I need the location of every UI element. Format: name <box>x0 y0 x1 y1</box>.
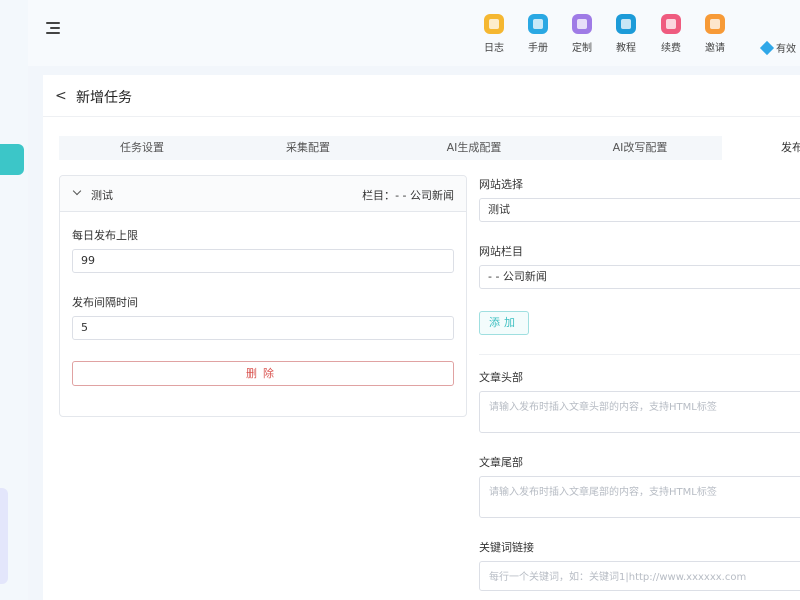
article-header-textarea[interactable]: 请输入发布时插入文章头部的内容，支持HTML标签 <box>479 391 800 433</box>
sidebar-active-item[interactable] <box>0 144 24 175</box>
tab-ai-rewrite-config[interactable]: AI改写配置 <box>557 136 723 160</box>
tool-invite[interactable]: 邀请 <box>695 14 735 54</box>
daily-limit-label: 每日发布上限 <box>72 229 138 242</box>
manual-icon <box>528 14 548 34</box>
site-column-label: 网站栏目 <box>479 245 523 258</box>
interval-input[interactable]: 5 <box>72 316 454 340</box>
divider <box>479 354 800 355</box>
validity-label: 有效 <box>776 44 796 55</box>
chevron-down-icon[interactable] <box>72 186 82 196</box>
task-column-label: 栏目： <box>362 189 396 202</box>
tab-task-settings[interactable]: 任务设置 <box>59 136 225 160</box>
article-header-label: 文章头部 <box>479 371 523 384</box>
page-title: 新增任务 <box>76 90 132 106</box>
interval-label: 发布间隔时间 <box>72 296 138 309</box>
task-panel: 测试 栏目：- - 公司新闻 每日发布上限 99 发布间隔时间 5 删除 <box>59 175 467 417</box>
tool-label: 邀请 <box>705 43 725 54</box>
site-select-label: 网站选择 <box>479 178 523 191</box>
article-footer-textarea[interactable]: 请输入发布时插入文章尾部的内容，支持HTML标签 <box>479 476 800 518</box>
page-header: < 新增任务 <box>43 75 800 117</box>
top-bar: 日志 手册 定制 教程 续费 邀请 有效 <box>28 0 800 66</box>
delete-button[interactable]: 删除 <box>72 361 454 386</box>
daily-limit-input[interactable]: 99 <box>72 249 454 273</box>
tool-manual[interactable]: 手册 <box>518 14 558 54</box>
customize-icon <box>572 14 592 34</box>
diamond-icon <box>759 40 775 56</box>
tool-log[interactable]: 日志 <box>474 14 514 54</box>
keyword-link-label: 关键词链接 <box>479 541 534 554</box>
tool-renew[interactable]: 续费 <box>651 14 691 54</box>
tab-ai-generate-config[interactable]: AI生成配置 <box>391 136 557 160</box>
sidebar-bottom-item[interactable] <box>0 488 8 584</box>
tab-collect-config[interactable]: 采集配置 <box>225 136 391 160</box>
validity-status[interactable]: 有效 <box>759 40 796 56</box>
article-footer-label: 文章尾部 <box>479 456 523 469</box>
tool-customize[interactable]: 定制 <box>562 14 602 54</box>
menu-collapse-icon[interactable] <box>46 22 62 36</box>
back-button[interactable]: < <box>55 88 67 104</box>
tool-label: 定制 <box>572 43 592 54</box>
site-select[interactable]: 测试 <box>479 198 800 222</box>
main-card: < 新增任务 任务设置 采集配置 AI生成配置 AI改写配置 发布 测试 栏目：… <box>43 75 800 600</box>
tool-label: 手册 <box>528 43 548 54</box>
task-column: 栏目：- - 公司新闻 <box>362 187 454 203</box>
keyword-link-textarea[interactable]: 每行一个关键词，如：关键词1|http://www.xxxxxx.com <box>479 561 800 591</box>
task-column-value: - - 公司新闻 <box>395 189 454 202</box>
tool-label: 教程 <box>616 43 636 54</box>
sidebar <box>0 0 28 600</box>
tab-bar: 任务设置 采集配置 AI生成配置 AI改写配置 发布 <box>59 136 800 160</box>
invite-icon <box>705 14 725 34</box>
add-button[interactable]: 添加 <box>479 311 529 335</box>
tutorial-icon <box>616 14 636 34</box>
log-icon <box>484 14 504 34</box>
task-panel-header[interactable]: 测试 栏目：- - 公司新闻 <box>60 176 466 212</box>
task-name: 测试 <box>91 189 113 202</box>
tool-label: 续费 <box>661 43 681 54</box>
site-column-select[interactable]: - - 公司新闻 <box>479 265 800 289</box>
tool-label: 日志 <box>484 43 504 54</box>
tab-publish[interactable]: 发布 <box>722 136 800 160</box>
tool-tutorial[interactable]: 教程 <box>606 14 646 54</box>
renew-icon <box>661 14 681 34</box>
